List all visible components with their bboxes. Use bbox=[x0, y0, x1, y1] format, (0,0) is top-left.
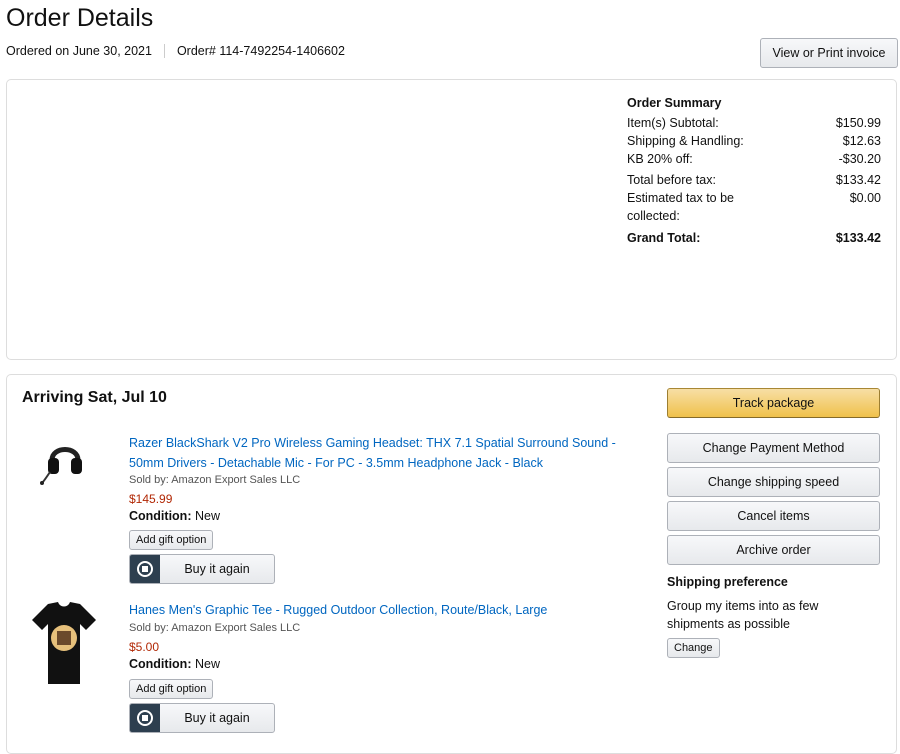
summary-value: -$30.20 bbox=[838, 152, 881, 166]
summary-row: Item(s) Subtotal: $150.99 bbox=[627, 114, 881, 132]
summary-row: Total before tax: $133.42 bbox=[627, 171, 881, 189]
summary-label: Item(s) Subtotal: bbox=[627, 116, 719, 130]
summary-row: KB 20% off: -$30.20 bbox=[627, 150, 881, 168]
summary-value: $133.42 bbox=[835, 173, 881, 187]
arrival-heading: Arriving Sat, Jul 10 bbox=[22, 389, 167, 406]
summary-title: Order Summary bbox=[627, 96, 722, 110]
cancel-items-button[interactable]: Cancel items bbox=[667, 501, 880, 531]
grand-total-row: Grand Total: $133.42 bbox=[627, 229, 881, 247]
item-condition: Condition: New bbox=[129, 657, 220, 671]
item-condition: Condition: New bbox=[129, 509, 220, 523]
change-preference-button[interactable]: Change bbox=[667, 638, 720, 658]
page-title: Order Details bbox=[6, 4, 154, 32]
shipping-preference-title: Shipping preference bbox=[667, 575, 788, 589]
divider bbox=[163, 44, 165, 58]
summary-row: Shipping & Handling: $12.63 bbox=[627, 132, 881, 150]
headset-icon[interactable] bbox=[40, 436, 90, 486]
item-title-link[interactable]: Razer BlackShark V2 Pro Wireless Gaming … bbox=[129, 433, 629, 473]
order-summary: Order Summary Item(s) Subtotal: $150.99 … bbox=[627, 96, 881, 247]
summary-label: Shipping & Handling: bbox=[627, 134, 744, 148]
tshirt-icon[interactable] bbox=[30, 600, 98, 686]
order-meta: Ordered on June 30, 2021 Order# 114-7492… bbox=[6, 44, 345, 58]
buy-again-label: Buy it again bbox=[184, 562, 250, 576]
condition-label: Condition: bbox=[129, 509, 192, 523]
grand-total-label: Grand Total: bbox=[627, 231, 701, 245]
view-invoice-button[interactable]: View or Print invoice bbox=[760, 38, 898, 68]
condition-label: Condition: bbox=[129, 657, 192, 671]
buy-again-button[interactable]: Buy it again bbox=[129, 554, 275, 584]
item-title-link[interactable]: Hanes Men's Graphic Tee - Rugged Outdoor… bbox=[129, 600, 629, 620]
condition-value: New bbox=[194, 509, 220, 523]
summary-label: Total before tax: bbox=[627, 173, 716, 187]
grand-total-value: $133.42 bbox=[835, 231, 881, 245]
summary-row: Estimated tax to be collected: $0.00 bbox=[627, 189, 881, 225]
item-price: $5.00 bbox=[129, 640, 160, 654]
reorder-icon bbox=[130, 704, 160, 732]
track-package-button[interactable]: Track package bbox=[667, 388, 880, 418]
condition-value: New bbox=[194, 657, 220, 671]
buy-again-button[interactable]: Buy it again bbox=[129, 703, 275, 733]
change-shipping-speed-button[interactable]: Change shipping speed bbox=[667, 467, 880, 497]
summary-label: KB 20% off: bbox=[627, 152, 693, 166]
summary-value: $0.00 bbox=[849, 191, 881, 205]
order-number: Order# 114-7492254-1406602 bbox=[176, 44, 345, 58]
change-payment-button[interactable]: Change Payment Method bbox=[667, 433, 880, 463]
archive-order-button[interactable]: Archive order bbox=[667, 535, 880, 565]
item-seller: Sold by: Amazon Export Sales LLC bbox=[129, 474, 301, 486]
add-gift-option-button[interactable]: Add gift option bbox=[129, 679, 214, 699]
summary-label: Estimated tax to be collected: bbox=[627, 191, 735, 223]
shipping-preference-text: Group my items into as few shipments as … bbox=[667, 599, 819, 631]
item-price: $145.99 bbox=[129, 492, 173, 506]
buy-again-label: Buy it again bbox=[184, 711, 250, 725]
item-seller: Sold by: Amazon Export Sales LLC bbox=[129, 622, 301, 634]
add-gift-option-button[interactable]: Add gift option bbox=[129, 530, 214, 550]
summary-value: $150.99 bbox=[835, 116, 881, 130]
summary-value: $12.63 bbox=[842, 134, 881, 148]
reorder-icon bbox=[130, 555, 160, 583]
ordered-date: Ordered on June 30, 2021 bbox=[6, 44, 152, 58]
